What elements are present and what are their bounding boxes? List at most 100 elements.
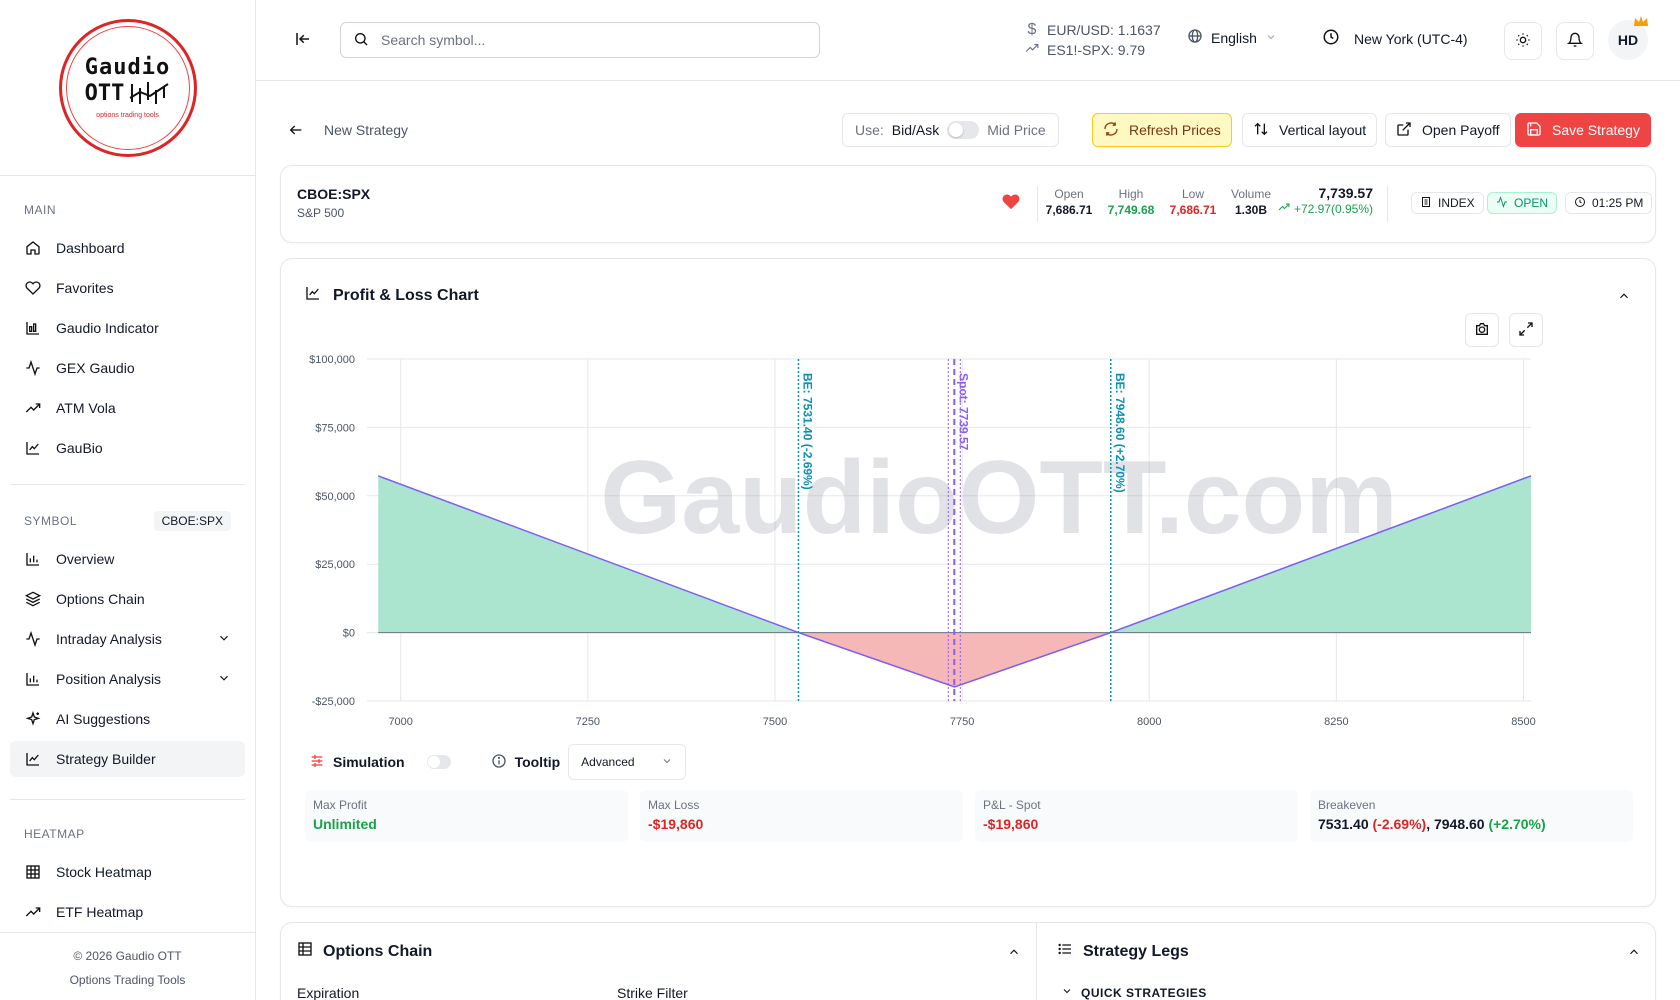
- home-icon: [24, 239, 42, 257]
- bid-ask-option[interactable]: Bid/Ask: [892, 122, 939, 138]
- clock-icon: [1574, 196, 1586, 211]
- vertical-layout-button[interactable]: Vertical layout: [1242, 113, 1378, 147]
- pl-title: Profit & Loss Chart: [305, 285, 479, 306]
- metric-max-profit: Max Profit Unlimited: [305, 790, 628, 842]
- sidebar-item-intraday-analysis[interactable]: Intraday Analysis: [10, 621, 245, 657]
- timezone-label: New York (UTC-4): [1354, 30, 1468, 47]
- metric-label: Max Loss: [648, 798, 700, 812]
- sidebar-item-stock-heatmap[interactable]: Stock Heatmap: [10, 854, 245, 890]
- sidebar-item-gaudio-indicator[interactable]: Gaudio Indicator: [10, 310, 245, 346]
- simulation-switch[interactable]: [426, 755, 451, 769]
- nav-main: MAIN Dashboard Favorites Gaudio Indicato…: [0, 198, 255, 466]
- favorite-heart-icon[interactable]: [1001, 192, 1021, 213]
- chevron-up-icon[interactable]: [1007, 945, 1021, 962]
- chevron-down-icon[interactable]: [217, 671, 231, 688]
- sidebar-item-label: Favorites: [56, 280, 114, 296]
- mid-price-option[interactable]: Mid Price: [987, 122, 1045, 138]
- type-badge: INDEX: [1411, 192, 1484, 214]
- theme-toggle-button[interactable]: [1504, 22, 1542, 60]
- crown-icon: [1633, 14, 1649, 30]
- timezone-selector[interactable]: New York (UTC-4): [1322, 28, 1468, 49]
- price-source-toggle[interactable]: Use: Bid/Ask Mid Price: [842, 113, 1059, 147]
- time-label: 01:25 PM: [1592, 196, 1644, 210]
- options-chain-title: Options Chain: [297, 941, 432, 962]
- breakeven-value-1: 7531.40: [1318, 816, 1369, 832]
- collapse-sidebar-icon[interactable]: [294, 30, 312, 51]
- layers-icon: [24, 590, 42, 608]
- sidebar-item-gex-gaudio[interactable]: GEX Gaudio: [10, 350, 245, 386]
- logo-line2: OTT: [84, 80, 125, 106]
- quote-symbol: CBOE:SPX: [297, 186, 371, 202]
- es-spx-quote: ES1!-SPX: 9.79: [1047, 42, 1146, 58]
- search-icon: [353, 31, 369, 50]
- tooltip-mode-select[interactable]: Advanced: [568, 744, 687, 780]
- candles-icon: [129, 82, 169, 104]
- sidebar-item-label: Overview: [56, 551, 115, 567]
- logo-line1: Gaudio: [84, 55, 171, 80]
- table-icon: [297, 941, 313, 962]
- sliders-icon: [309, 753, 325, 772]
- breakeven-pct-2: (+2.70%): [1488, 816, 1546, 832]
- chevron-up-icon[interactable]: [1627, 945, 1641, 962]
- sidebar-item-ai-suggestions[interactable]: AI Suggestions: [10, 701, 245, 737]
- sidebar-item-label: GEX Gaudio: [56, 360, 135, 376]
- x-tick-label: 8000: [1137, 716, 1161, 728]
- nav-symbol: SYMBOL CBOE:SPX Overview Options Chain I…: [0, 509, 255, 777]
- sidebar-item-label: Intraday Analysis: [56, 631, 162, 647]
- y-tick-label: $75,000: [315, 422, 355, 434]
- price-value: 7,739.57: [1318, 185, 1374, 201]
- sun-icon: [1515, 32, 1531, 51]
- sidebar-item-label: Position Analysis: [56, 671, 162, 687]
- sidebar-item-strategy-builder[interactable]: Strategy Builder: [10, 741, 245, 777]
- quick-strategies-toggle[interactable]: QUICK STRATEGIES: [1061, 985, 1207, 1000]
- watermark: GaudioOTT.com: [600, 440, 1397, 556]
- chart-line-icon: [24, 750, 42, 768]
- sidebar-item-label: ATM Vola: [56, 400, 116, 416]
- use-label: Use:: [855, 122, 884, 138]
- stat-label: Volume: [1230, 187, 1272, 201]
- chevron-down-icon: [1061, 985, 1073, 1000]
- refresh-prices-button[interactable]: Refresh Prices: [1092, 113, 1232, 147]
- search-input[interactable]: [381, 32, 801, 48]
- chevron-down-icon[interactable]: [217, 631, 231, 648]
- save-strategy-button[interactable]: Save Strategy: [1515, 113, 1651, 147]
- notifications-button[interactable]: [1556, 22, 1594, 60]
- quote-name: S&P 500: [297, 206, 345, 220]
- chevron-up-icon[interactable]: [1617, 289, 1631, 306]
- stat-value: 1.30B: [1234, 203, 1268, 217]
- pl-chart[interactable]: -$25,000 $0 $25,000 $50,000 $75,000 $100,000 7…: [281, 339, 1657, 739]
- simulation-control[interactable]: Simulation: [309, 753, 451, 772]
- logo[interactable]: Gaudio OTT options trading tools: [58, 18, 197, 157]
- options-chain-panel: Options Chain Expiration Strike Filter: [281, 923, 1037, 1000]
- price-source-switch[interactable]: [947, 121, 980, 139]
- back-arrow-icon[interactable]: [288, 122, 304, 141]
- activity-icon: [24, 359, 42, 377]
- sidebar-item-overview[interactable]: Overview: [10, 541, 245, 577]
- pl-chart-card: Profit & Loss Chart -$25,000 $0 $25,000 $50…: [280, 258, 1656, 907]
- type-label: INDEX: [1438, 196, 1475, 210]
- bar-chart-icon: [24, 670, 42, 688]
- search-box[interactable]: [340, 22, 820, 58]
- breadcrumb: New Strategy: [324, 122, 409, 138]
- market-status-label: OPEN: [1514, 196, 1549, 210]
- activity-icon: [1496, 195, 1508, 211]
- sidebar-item-atm-vola[interactable]: ATM Vola: [10, 390, 245, 426]
- x-tick-label: 7250: [576, 716, 600, 728]
- y-tick-label: $25,000: [315, 559, 355, 571]
- sidebar-item-dashboard[interactable]: Dashboard: [10, 230, 245, 266]
- divider: [1387, 186, 1388, 222]
- sidebar-item-position-analysis[interactable]: Position Analysis: [10, 661, 245, 697]
- language-selector[interactable]: English: [1187, 28, 1277, 47]
- camera-icon: [1474, 321, 1490, 340]
- price-change: +72.97(0.95%): [1293, 201, 1373, 216]
- sidebar-item-gaubio[interactable]: GauBio: [10, 430, 245, 466]
- sidebar-item-options-chain[interactable]: Options Chain: [10, 581, 245, 617]
- metric-value: -$19,860: [983, 816, 1039, 832]
- nav-symbol-heading: SYMBOL: [24, 514, 78, 528]
- sidebar-item-favorites[interactable]: Favorites: [10, 270, 245, 306]
- tooltip-label: Tooltip: [514, 754, 561, 770]
- sidebar: Gaudio OTT options trading tools MAIN Da…: [0, 0, 256, 1000]
- open-payoff-button[interactable]: Open Payoff: [1385, 113, 1511, 147]
- sidebar-item-etf-heatmap[interactable]: ETF Heatmap: [10, 894, 245, 930]
- sparkles-icon: [24, 710, 42, 728]
